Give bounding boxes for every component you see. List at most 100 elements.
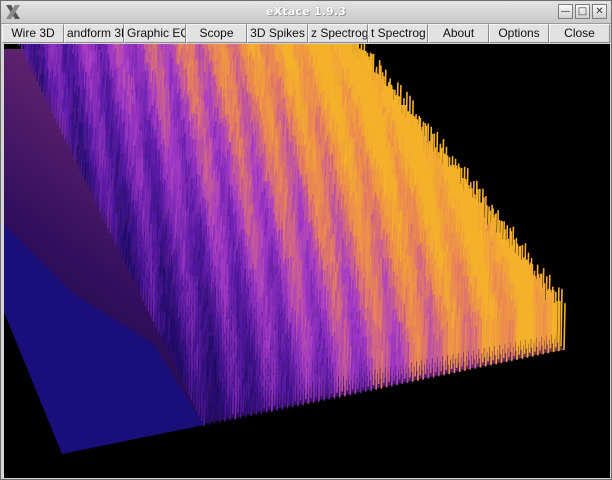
spike [51, 80, 54, 114]
spike [48, 90, 52, 108]
spike [145, 282, 148, 307]
scope-button[interactable]: Scope [186, 24, 247, 43]
spike [180, 359, 183, 380]
spike [134, 262, 138, 286]
spike [37, 44, 40, 57]
spike [18, 44, 21, 46]
spike [172, 308, 176, 319]
spike [175, 351, 178, 369]
spike [170, 337, 173, 348]
landform-3d-button[interactable]: andform 3D [64, 24, 124, 43]
minimize-button[interactable]: — [558, 4, 573, 19]
maximize-icon: □ [577, 6, 588, 17]
spike [129, 229, 133, 254]
spike [109, 203, 113, 234]
spike [113, 174, 117, 201]
spike [162, 253, 165, 267]
spike [137, 278, 140, 291]
spike [167, 241, 170, 266]
window-title: eXtace 1.9.3 [265, 5, 347, 18]
title-bar[interactable]: eXtace 1.9.3 — □ ✕ [1, 1, 611, 24]
spike [167, 326, 171, 342]
spike [58, 106, 62, 129]
spike [36, 63, 39, 82]
spike [132, 264, 135, 281]
spike [165, 331, 168, 348]
spike [206, 331, 209, 353]
spike [175, 323, 178, 347]
3d-spikes-button[interactable]: 3D Spikes [247, 24, 308, 43]
spike [164, 245, 168, 272]
spike [178, 334, 181, 352]
spike [155, 308, 158, 327]
spike [53, 94, 57, 119]
about-button[interactable]: About [428, 24, 489, 43]
spike [172, 353, 176, 364]
app-window: eXtace 1.9.3 — □ ✕ Wire 3D andform 3D Gr… [0, 0, 612, 480]
spike [61, 111, 64, 134]
spike [107, 197, 110, 228]
spike [129, 263, 133, 275]
spike [64, 111, 67, 140]
spike [122, 244, 125, 260]
graphic-eq-button[interactable]: Graphic EQ [124, 24, 186, 43]
spike [117, 230, 120, 249]
spike [200, 267, 203, 289]
spike [152, 297, 156, 322]
spike [112, 212, 115, 239]
spike [137, 257, 140, 280]
wire-3d-button[interactable]: Wire 3D [2, 24, 64, 43]
spike [139, 273, 143, 296]
time-spectrogram-button[interactable]: t Spectrog [368, 24, 428, 43]
close-x-icon: ✕ [595, 6, 604, 17]
close-window-button[interactable]: ✕ [592, 4, 607, 19]
spike [201, 355, 204, 376]
spike [75, 96, 78, 114]
spike [167, 287, 171, 309]
spike [46, 78, 49, 103]
spike [162, 232, 165, 256]
spike [96, 179, 100, 208]
spike [162, 288, 166, 310]
spike [69, 123, 72, 150]
spike [203, 287, 206, 305]
3d-spikes-canvas [4, 44, 566, 454]
spike [110, 127, 113, 155]
spike [211, 335, 214, 352]
spike [33, 57, 37, 77]
spike [28, 44, 32, 67]
spike [101, 197, 105, 218]
spike [170, 256, 173, 282]
spike [167, 343, 171, 354]
spike [124, 246, 128, 265]
spike [56, 97, 59, 124]
spike [127, 254, 130, 270]
spike [38, 55, 41, 77]
spike [41, 73, 44, 93]
spike [84, 162, 87, 181]
spike [162, 311, 166, 332]
options-button[interactable]: Options [489, 24, 549, 43]
spike [160, 313, 163, 338]
spike [150, 287, 153, 317]
spectrum-display[interactable] [4, 44, 610, 478]
spike [70, 92, 73, 114]
spike [23, 44, 26, 56]
spike [119, 186, 122, 212]
spike [31, 44, 34, 72]
spike [115, 152, 119, 175]
close-button[interactable]: Close [549, 24, 610, 43]
spike [124, 201, 127, 222]
spike [83, 120, 87, 150]
freq-spectrogram-button[interactable]: z Spectrog [308, 24, 368, 43]
spike [157, 295, 161, 311]
spike [38, 75, 42, 88]
spike [142, 277, 145, 301]
spike [91, 174, 95, 197]
spike [74, 133, 77, 161]
spike [177, 354, 181, 374]
spike [81, 152, 85, 176]
spike [89, 170, 92, 192]
spike [71, 134, 75, 155]
maximize-button[interactable]: □ [575, 4, 590, 19]
